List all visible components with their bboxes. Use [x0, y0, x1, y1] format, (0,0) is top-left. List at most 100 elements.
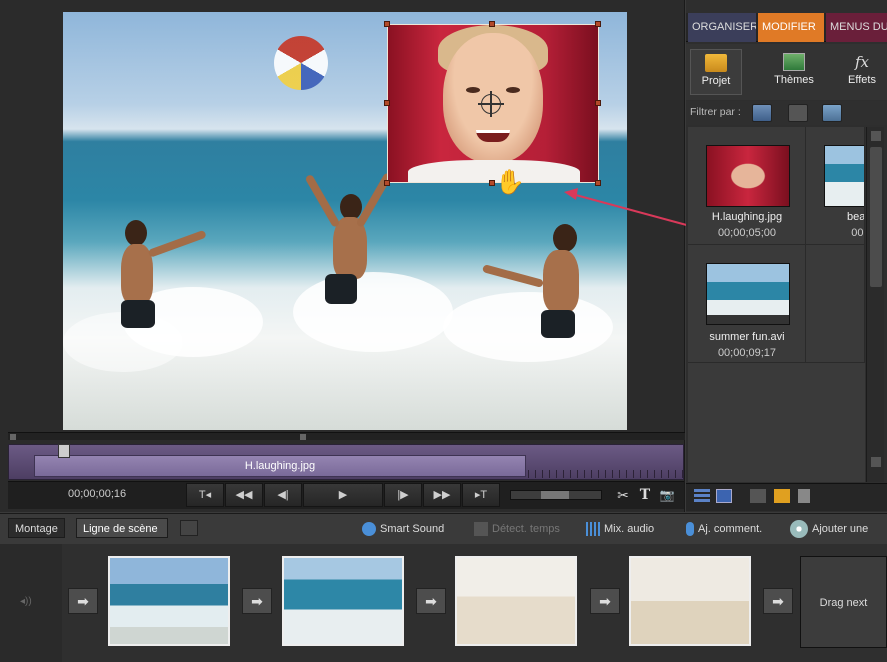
grab-hand-icon: ✋ — [495, 169, 525, 196]
step-back-button[interactable]: ◀| — [264, 483, 302, 507]
media-duration: 00;00 — [851, 227, 864, 239]
go-to-start-button[interactable]: T◂ — [186, 483, 224, 507]
kid-figure — [325, 274, 357, 304]
microphone-icon — [686, 522, 694, 537]
beach-ball — [274, 36, 328, 90]
crosshair-icon — [478, 91, 504, 117]
playhead[interactable] — [58, 444, 70, 458]
icon-view-icon[interactable] — [716, 489, 732, 503]
scroll-down-button[interactable] — [871, 457, 881, 467]
effets-label: Effets — [848, 74, 876, 86]
properties-icon[interactable] — [180, 520, 198, 536]
themes-label: Thèmes — [774, 74, 814, 86]
projet-label: Projet — [701, 75, 731, 87]
clip-segment[interactable]: H.laughing.jpg — [34, 455, 526, 477]
detect-tempo-label: Détect. temps — [492, 523, 560, 535]
go-to-end-button[interactable]: ▸T — [462, 483, 500, 507]
current-timecode: 00;00;00;16 — [68, 488, 127, 500]
add-menu-button[interactable]: Ajouter une — [790, 518, 868, 540]
scene-clip-2[interactable] — [282, 556, 404, 646]
text-tool-icon[interactable]: T — [636, 485, 654, 505]
resize-handle-sw[interactable] — [384, 180, 390, 186]
media-name: H.laughing.jpg — [711, 211, 783, 223]
mix-audio-button[interactable]: Mix. audio — [586, 518, 654, 540]
media-item-empty — [806, 245, 865, 363]
kid-figure — [543, 250, 579, 312]
filter-video-icon[interactable] — [752, 104, 772, 122]
kid-figure — [147, 229, 207, 258]
projet-button[interactable]: Projet — [690, 49, 742, 95]
smart-sound-button[interactable]: Smart Sound — [362, 518, 444, 540]
filter-audio-icon[interactable] — [788, 104, 808, 122]
media-item[interactable]: beachb 00;00 — [806, 127, 865, 245]
transition-slot[interactable]: ➡ — [242, 588, 272, 614]
rewind-button[interactable]: ◀◀ — [225, 483, 263, 507]
fx-icon: fx — [854, 53, 869, 71]
filter-image-icon[interactable] — [822, 104, 842, 122]
transition-slot[interactable]: ➡ — [590, 588, 620, 614]
resize-handle-ne[interactable] — [595, 21, 601, 27]
media-duration: 00;00;09;17 — [717, 347, 777, 359]
step-forward-button[interactable]: |▶ — [384, 483, 422, 507]
kid-figure — [304, 173, 341, 228]
list-view-icon[interactable] — [694, 489, 710, 503]
trash-icon[interactable] — [798, 489, 810, 503]
scene-clip-3[interactable] — [455, 556, 577, 646]
montage-tab[interactable]: Montage — [8, 518, 65, 538]
scroll-thumb[interactable] — [870, 147, 882, 287]
ruler-marker[interactable] — [10, 434, 16, 440]
tab-modifier[interactable]: MODIFIER — [758, 13, 824, 42]
filter-label: Filtrer par : — [690, 106, 741, 118]
media-item[interactable]: summer fun.avi 00;00;09;17 — [688, 245, 806, 363]
transition-slot[interactable]: ➡ — [68, 588, 98, 614]
ruler-marker[interactable] — [300, 434, 306, 440]
scroll-up-button[interactable] — [871, 131, 881, 141]
dvd-icon — [790, 520, 808, 539]
scissors-icon[interactable]: ✂ — [614, 485, 632, 505]
add-comment-button[interactable]: Aj. comment. — [686, 518, 762, 540]
fast-forward-button[interactable]: ▶▶ — [423, 483, 461, 507]
speaker-icon[interactable]: ◂)) — [20, 596, 44, 608]
kid-figure — [481, 264, 544, 288]
mix-audio-label: Mix. audio — [604, 523, 655, 535]
transition-slot[interactable]: ➡ — [763, 588, 793, 614]
timeline-ticks — [528, 470, 684, 478]
resize-handle-nw[interactable] — [384, 21, 390, 27]
folder-icon[interactable] — [774, 489, 790, 503]
tab-organiser[interactable]: ORGANISER — [688, 13, 756, 42]
scene-clip-4[interactable] — [629, 556, 751, 646]
add-comment-label: Aj. comment. — [698, 523, 763, 535]
media-name: beachb — [846, 211, 865, 223]
resize-handle-w[interactable] — [384, 100, 390, 106]
media-scrollbar[interactable] — [866, 127, 884, 482]
resize-handle-e[interactable] — [595, 100, 601, 106]
shuttle-knob[interactable] — [541, 491, 569, 499]
new-item-icon[interactable] — [750, 489, 766, 503]
media-grid: H.laughing.jpg 00;00;05;00 beachb 00;00 … — [688, 127, 865, 482]
kid-figure — [125, 220, 147, 246]
tab-menus[interactable]: MENUS DU — [826, 13, 887, 42]
media-duration: 00;00;05;00 — [717, 227, 777, 239]
media-thumbnail — [706, 145, 790, 207]
camera-icon[interactable]: 📷 — [658, 485, 676, 505]
themes-button[interactable]: Thèmes — [768, 49, 820, 95]
resize-handle-n[interactable] — [489, 21, 495, 27]
shuttle-slider[interactable] — [510, 490, 602, 500]
media-thumbnail — [706, 263, 790, 325]
media-name: summer fun.avi — [709, 331, 785, 343]
detect-tempo-button[interactable]: Détect. temps — [474, 518, 560, 540]
ligne-de-scene-tab[interactable]: Ligne de scène — [76, 518, 168, 538]
mixer-icon — [586, 522, 600, 537]
play-button[interactable]: ▶ — [303, 483, 383, 507]
zoom-ruler[interactable] — [8, 432, 685, 440]
overlay-image-eye — [466, 87, 480, 93]
add-menu-label: Ajouter une — [812, 523, 869, 535]
scene-clip-1[interactable] — [108, 556, 230, 646]
effets-button[interactable]: fx Effets — [836, 49, 887, 95]
folder-icon — [705, 54, 727, 72]
drag-next-dropzone[interactable]: Drag next — [800, 556, 887, 648]
transition-slot[interactable]: ➡ — [416, 588, 446, 614]
media-thumbnail — [824, 145, 864, 207]
media-item[interactable]: H.laughing.jpg 00;00;05;00 — [688, 127, 806, 245]
water-spray — [293, 272, 453, 352]
